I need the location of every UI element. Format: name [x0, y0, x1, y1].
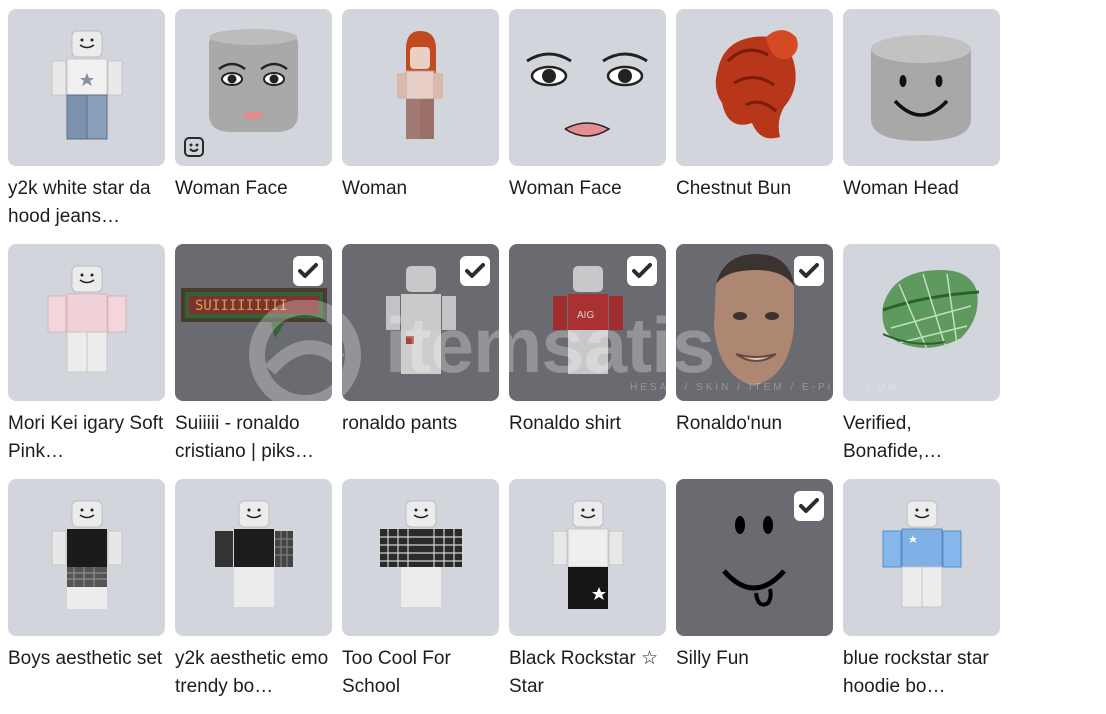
item-thumbnail[interactable] — [509, 479, 666, 636]
item-card[interactable]: y2k aesthetic emo trendy bo… — [175, 479, 333, 714]
woman-avatar-icon — [397, 31, 443, 139]
equipped-check-icon — [794, 256, 824, 286]
svg-text:SUIIIIIIIII: SUIIIIIIIII — [195, 298, 288, 314]
item-name[interactable]: Woman Face — [175, 175, 333, 203]
equipped-check-icon — [293, 256, 323, 286]
item-card[interactable]: Boys aesthetic set — [8, 479, 166, 714]
item-name[interactable]: blue rockstar star hoodie bo… — [843, 645, 1001, 701]
svg-text:AIG: AIG — [577, 310, 594, 321]
item-card[interactable]: Verified, Bonafide,… — [843, 244, 1001, 479]
item-card[interactable]: Silly Fun — [676, 479, 834, 714]
item-card[interactable]: ronaldo pants — [342, 244, 500, 479]
item-thumbnail[interactable] — [509, 9, 666, 166]
item-thumbnail[interactable] — [843, 9, 1000, 166]
item-card[interactable]: Too Cool For School — [342, 479, 500, 714]
rockstar-pants-avatar-icon — [552, 500, 624, 609]
inventory-grid: y2k white star da hood jeans… Woman Face — [8, 9, 1001, 714]
item-name[interactable]: Boys aesthetic set — [8, 645, 166, 673]
blue-hoodie-avatar-icon — [882, 500, 962, 608]
head-icon — [871, 35, 971, 141]
equipped-check-icon — [460, 256, 490, 286]
item-card[interactable]: Woman Head — [843, 9, 1001, 244]
face-decal-icon — [526, 52, 648, 137]
equipped-check-icon — [627, 256, 657, 286]
item-name[interactable]: Verified, Bonafide,… — [843, 410, 1001, 466]
item-thumbnail[interactable] — [175, 9, 332, 166]
item-card[interactable]: Woman Face — [175, 9, 333, 244]
item-card[interactable]: SUIIIIIIIII Suiiiii - ronaldo cristiano … — [175, 244, 333, 479]
green-plaid-cap-icon — [882, 270, 980, 355]
item-thumbnail[interactable] — [342, 9, 499, 166]
item-name[interactable]: Suiiiii - ronaldo cristiano | piks… — [175, 410, 333, 466]
equipped-check-icon — [794, 491, 824, 521]
hair-icon — [715, 30, 798, 139]
item-thumbnail[interactable] — [8, 9, 165, 166]
item-thumbnail[interactable] — [342, 479, 499, 636]
item-card[interactable]: Black Rockstar ☆ Star — [509, 479, 667, 714]
item-card[interactable]: blue rockstar star hoodie bo… — [843, 479, 1001, 714]
item-thumbnail[interactable] — [676, 9, 833, 166]
item-thumbnail[interactable] — [8, 244, 165, 401]
item-card[interactable]: Woman — [342, 9, 500, 244]
item-name[interactable]: Black Rockstar ☆ Star — [509, 645, 667, 701]
item-name[interactable]: y2k white star da hood jeans… — [8, 175, 166, 231]
item-name[interactable]: Mori Kei igary Soft Pink… — [8, 410, 166, 466]
item-card[interactable]: y2k white star da hood jeans… — [8, 9, 166, 244]
item-thumbnail[interactable] — [175, 479, 332, 636]
shirt-jeans-avatar-icon — [51, 30, 123, 140]
item-card[interactable]: Ronaldo'nun — [676, 244, 834, 479]
item-name[interactable]: Too Cool For School — [342, 645, 500, 701]
item-card[interactable]: Woman Face — [509, 9, 667, 244]
item-thumbnail[interactable] — [843, 479, 1000, 636]
emote-face-icon — [183, 136, 205, 158]
item-name[interactable]: y2k aesthetic emo trendy bo… — [175, 645, 333, 701]
item-name[interactable]: ronaldo pants — [342, 410, 500, 438]
item-name[interactable]: Ronaldo'nun — [676, 410, 834, 438]
item-name[interactable]: Ronaldo shirt — [509, 410, 667, 438]
item-name[interactable]: Woman Head — [843, 175, 1001, 203]
item-thumbnail[interactable] — [8, 479, 165, 636]
item-card[interactable]: AIG Ronaldo shirt — [509, 244, 667, 479]
emo-shirt-avatar-icon — [215, 500, 293, 607]
black-shirt-avatar-icon — [51, 500, 123, 609]
item-card[interactable]: Chestnut Bun — [676, 9, 834, 244]
plaid-shirt-avatar-icon — [380, 500, 462, 607]
pink-shirt-avatar-icon — [47, 265, 127, 373]
item-name[interactable]: Woman Face — [509, 175, 667, 203]
item-card[interactable]: Mori Kei igary Soft Pink… — [8, 244, 166, 479]
item-name[interactable]: Silly Fun — [676, 645, 834, 673]
item-name[interactable]: Chestnut Bun — [676, 175, 834, 203]
item-thumbnail[interactable] — [843, 244, 1000, 401]
item-name[interactable]: Woman — [342, 175, 500, 203]
